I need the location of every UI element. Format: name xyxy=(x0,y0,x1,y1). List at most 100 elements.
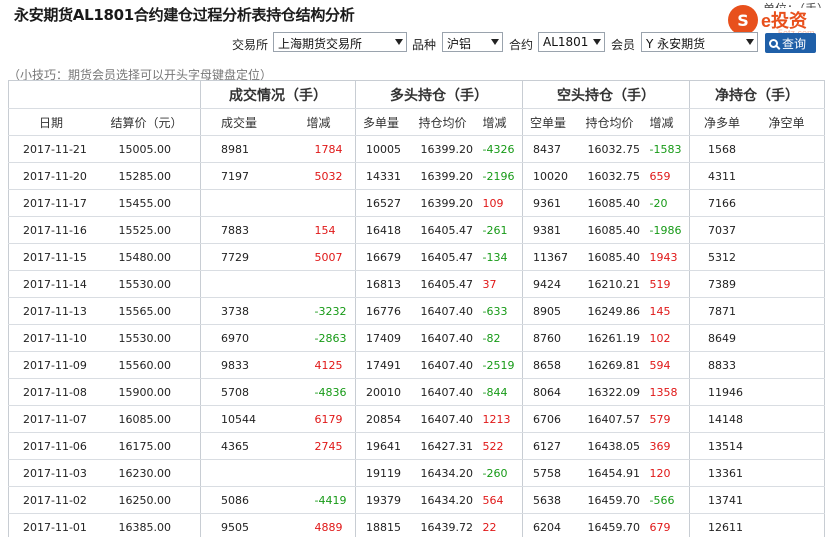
cell-long-avg: 16439.72 xyxy=(410,513,481,537)
table-row: 2017-11-17 15455.00 16527 16399.20 109 9361 16… xyxy=(8,189,825,217)
cell-long-change: -82 xyxy=(480,324,523,352)
cell-short-avg: 16261.19 xyxy=(577,324,648,352)
cell-net-short xyxy=(756,324,825,352)
cell-volume-change: -2863 xyxy=(280,324,356,352)
cell-short-change: 120 xyxy=(647,459,690,487)
cell-net-short xyxy=(756,351,825,379)
cell-volume: 8981 xyxy=(200,135,281,163)
cell-short-qty: 11367 xyxy=(522,243,578,271)
cell-volume-change: -3232 xyxy=(280,297,356,325)
cell-long-change: -633 xyxy=(480,297,523,325)
cell-short-qty: 5758 xyxy=(522,459,578,487)
table-body: 2017-11-21 15005.00 8981 1784 10005 16399.20-… xyxy=(8,135,825,537)
cell-net-long: 7166 xyxy=(689,189,757,217)
cell-net-long: 7037 xyxy=(689,216,757,244)
variety-label: 品种 xyxy=(412,38,437,52)
cell-short-avg: 16454.91 xyxy=(577,459,648,487)
cell-long-change: -844 xyxy=(480,378,523,406)
position-table: 成交情况（手） 多头持仓（手） 空头持仓（手） 净持仓（手） 日期 结算价（元）… xyxy=(8,80,825,537)
variety-select[interactable]: 沪铝 xyxy=(442,32,503,52)
cell-volume xyxy=(200,459,281,487)
exchange-select-value: 上海期货交易所 xyxy=(278,37,363,51)
search-button-label: 查询 xyxy=(782,36,807,51)
cell-short-change: 145 xyxy=(647,297,690,325)
cell-long-qty: 17491 xyxy=(355,351,411,379)
cell-net-long: 7389 xyxy=(689,270,757,298)
cell-short-avg: 16032.75 xyxy=(577,135,648,163)
cell-net-short xyxy=(756,405,825,433)
cell-short-change: 659 xyxy=(647,162,690,190)
cell-volume xyxy=(200,189,281,217)
cell-net-long: 13514 xyxy=(689,432,757,460)
cell-settle: 16250.00 xyxy=(80,486,201,514)
cell-long-avg: 16434.20 xyxy=(410,459,481,487)
cell-net-short xyxy=(756,297,825,325)
table-row: 2017-11-10 15530.00 6970 -2863 17409 16407.40… xyxy=(8,324,825,352)
cell-long-qty: 14331 xyxy=(355,162,411,190)
cell-long-avg: 16407.40 xyxy=(410,405,481,433)
cell-settle: 16230.00 xyxy=(80,459,201,487)
cell-settle: 15900.00 xyxy=(80,378,201,406)
cell-net-long: 5312 xyxy=(689,243,757,271)
cell-settle: 15480.00 xyxy=(80,243,201,271)
cell-net-long: 11946 xyxy=(689,378,757,406)
cell-net-short xyxy=(756,270,825,298)
cell-long-avg: 16407.40 xyxy=(410,351,481,379)
member-label: 会员 xyxy=(611,38,636,52)
cell-date: 2017-11-21 xyxy=(8,135,87,163)
group-header-long: 多头持仓（手） xyxy=(355,80,523,109)
cell-net-short xyxy=(756,216,825,244)
cell-net-long: 13741 xyxy=(689,486,757,514)
cell-net-short xyxy=(756,243,825,271)
cell-volume-change xyxy=(280,270,356,298)
cell-long-change: -261 xyxy=(480,216,523,244)
cell-short-change: -566 xyxy=(647,486,690,514)
cell-net-long: 14148 xyxy=(689,405,757,433)
contract-select[interactable]: AL1801 xyxy=(538,32,605,52)
cell-long-qty: 16776 xyxy=(355,297,411,325)
cell-long-avg: 16405.47 xyxy=(410,243,481,271)
cell-net-short xyxy=(756,378,825,406)
cell-net-long: 1568 xyxy=(689,135,757,163)
table-column-header: 日期 结算价（元） 成交量 增减 多单量 持仓均价 增减 空单量 持仓均价 增减… xyxy=(8,108,825,136)
cell-short-change: -1986 xyxy=(647,216,690,244)
cell-short-qty: 9361 xyxy=(522,189,578,217)
cell-volume-change xyxy=(280,459,356,487)
search-icon xyxy=(769,38,778,48)
chevron-down-icon xyxy=(593,39,601,45)
cell-long-change: 564 xyxy=(480,486,523,514)
cell-date: 2017-11-02 xyxy=(8,486,87,514)
cell-short-qty: 8760 xyxy=(522,324,578,352)
col-header-long-change: 增减 xyxy=(480,108,523,136)
cell-net-short xyxy=(756,162,825,190)
cell-volume-change: 1784 xyxy=(280,135,356,163)
cell-net-long: 12611 xyxy=(689,513,757,537)
cell-volume-change: 5007 xyxy=(280,243,356,271)
cell-volume: 4365 xyxy=(200,432,281,460)
contract-select-value: AL1801 xyxy=(543,35,589,49)
col-header-date: 日期 xyxy=(8,108,81,136)
table-row: 2017-11-01 16385.00 9505 4889 18815 16439.72 2… xyxy=(8,513,825,537)
cell-short-change: 1943 xyxy=(647,243,690,271)
cell-date: 2017-11-20 xyxy=(8,162,87,190)
cell-volume: 5708 xyxy=(200,378,281,406)
cell-short-qty: 9381 xyxy=(522,216,578,244)
search-button[interactable]: 查询 xyxy=(765,33,816,53)
cell-long-change: 37 xyxy=(480,270,523,298)
member-select[interactable]: Y 永安期货 xyxy=(641,32,758,52)
chevron-down-icon xyxy=(746,39,754,45)
cell-short-qty: 10020 xyxy=(522,162,578,190)
cell-net-long: 7871 xyxy=(689,297,757,325)
cell-net-long: 13361 xyxy=(689,459,757,487)
cell-settle: 15285.00 xyxy=(80,162,201,190)
cell-short-avg: 16249.86 xyxy=(577,297,648,325)
table-row: 2017-11-13 15565.00 3738 -3232 16776 16407.40… xyxy=(8,297,825,325)
exchange-select[interactable]: 上海期货交易所 xyxy=(273,32,407,52)
cell-net-long: 8649 xyxy=(689,324,757,352)
chevron-down-icon xyxy=(491,39,499,45)
cell-date: 2017-11-03 xyxy=(8,459,87,487)
cell-settle: 15530.00 xyxy=(80,270,201,298)
cell-volume-change: 154 xyxy=(280,216,356,244)
col-header-settle: 结算价（元） xyxy=(80,108,201,136)
group-header-volume: 成交情况（手） xyxy=(200,80,356,109)
